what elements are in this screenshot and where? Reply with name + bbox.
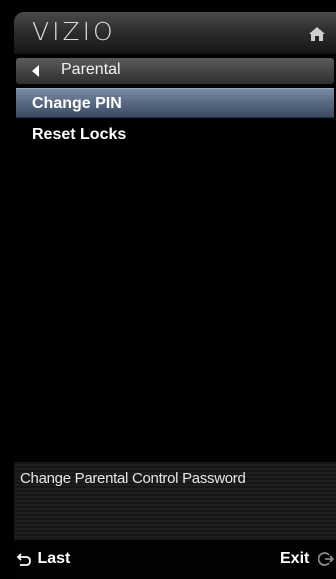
exit-icon (317, 551, 334, 566)
exit-label: Exit (280, 550, 310, 567)
exit-button[interactable]: Exit (280, 550, 334, 568)
menu-panel: VIZIO Parental Change PIN Reset Locks Ch… (14, 12, 336, 579)
menu-header: VIZIO (14, 12, 336, 54)
menu-item-label: Change PIN (32, 95, 122, 112)
brand-logo: VIZIO (32, 17, 116, 46)
tv-screen: VIZIO Parental Change PIN Reset Locks Ch… (0, 0, 336, 579)
description-text: Change Parental Control Password (20, 470, 246, 487)
menu-item-reset-locks[interactable]: Reset Locks (16, 120, 334, 150)
return-arrow-icon (16, 553, 31, 566)
home-icon[interactable] (308, 26, 326, 42)
last-button[interactable]: Last (16, 550, 70, 568)
last-label: Last (37, 550, 71, 567)
menu-item-label: Reset Locks (32, 126, 127, 143)
breadcrumb[interactable]: Parental (16, 58, 334, 84)
footer-bar: Last Exit (14, 540, 336, 579)
left-arrow-icon[interactable] (32, 65, 39, 77)
description-area: Change Parental Control Password (14, 462, 336, 540)
menu-item-change-pin[interactable]: Change PIN (16, 88, 334, 118)
breadcrumb-label: Parental (61, 61, 121, 78)
